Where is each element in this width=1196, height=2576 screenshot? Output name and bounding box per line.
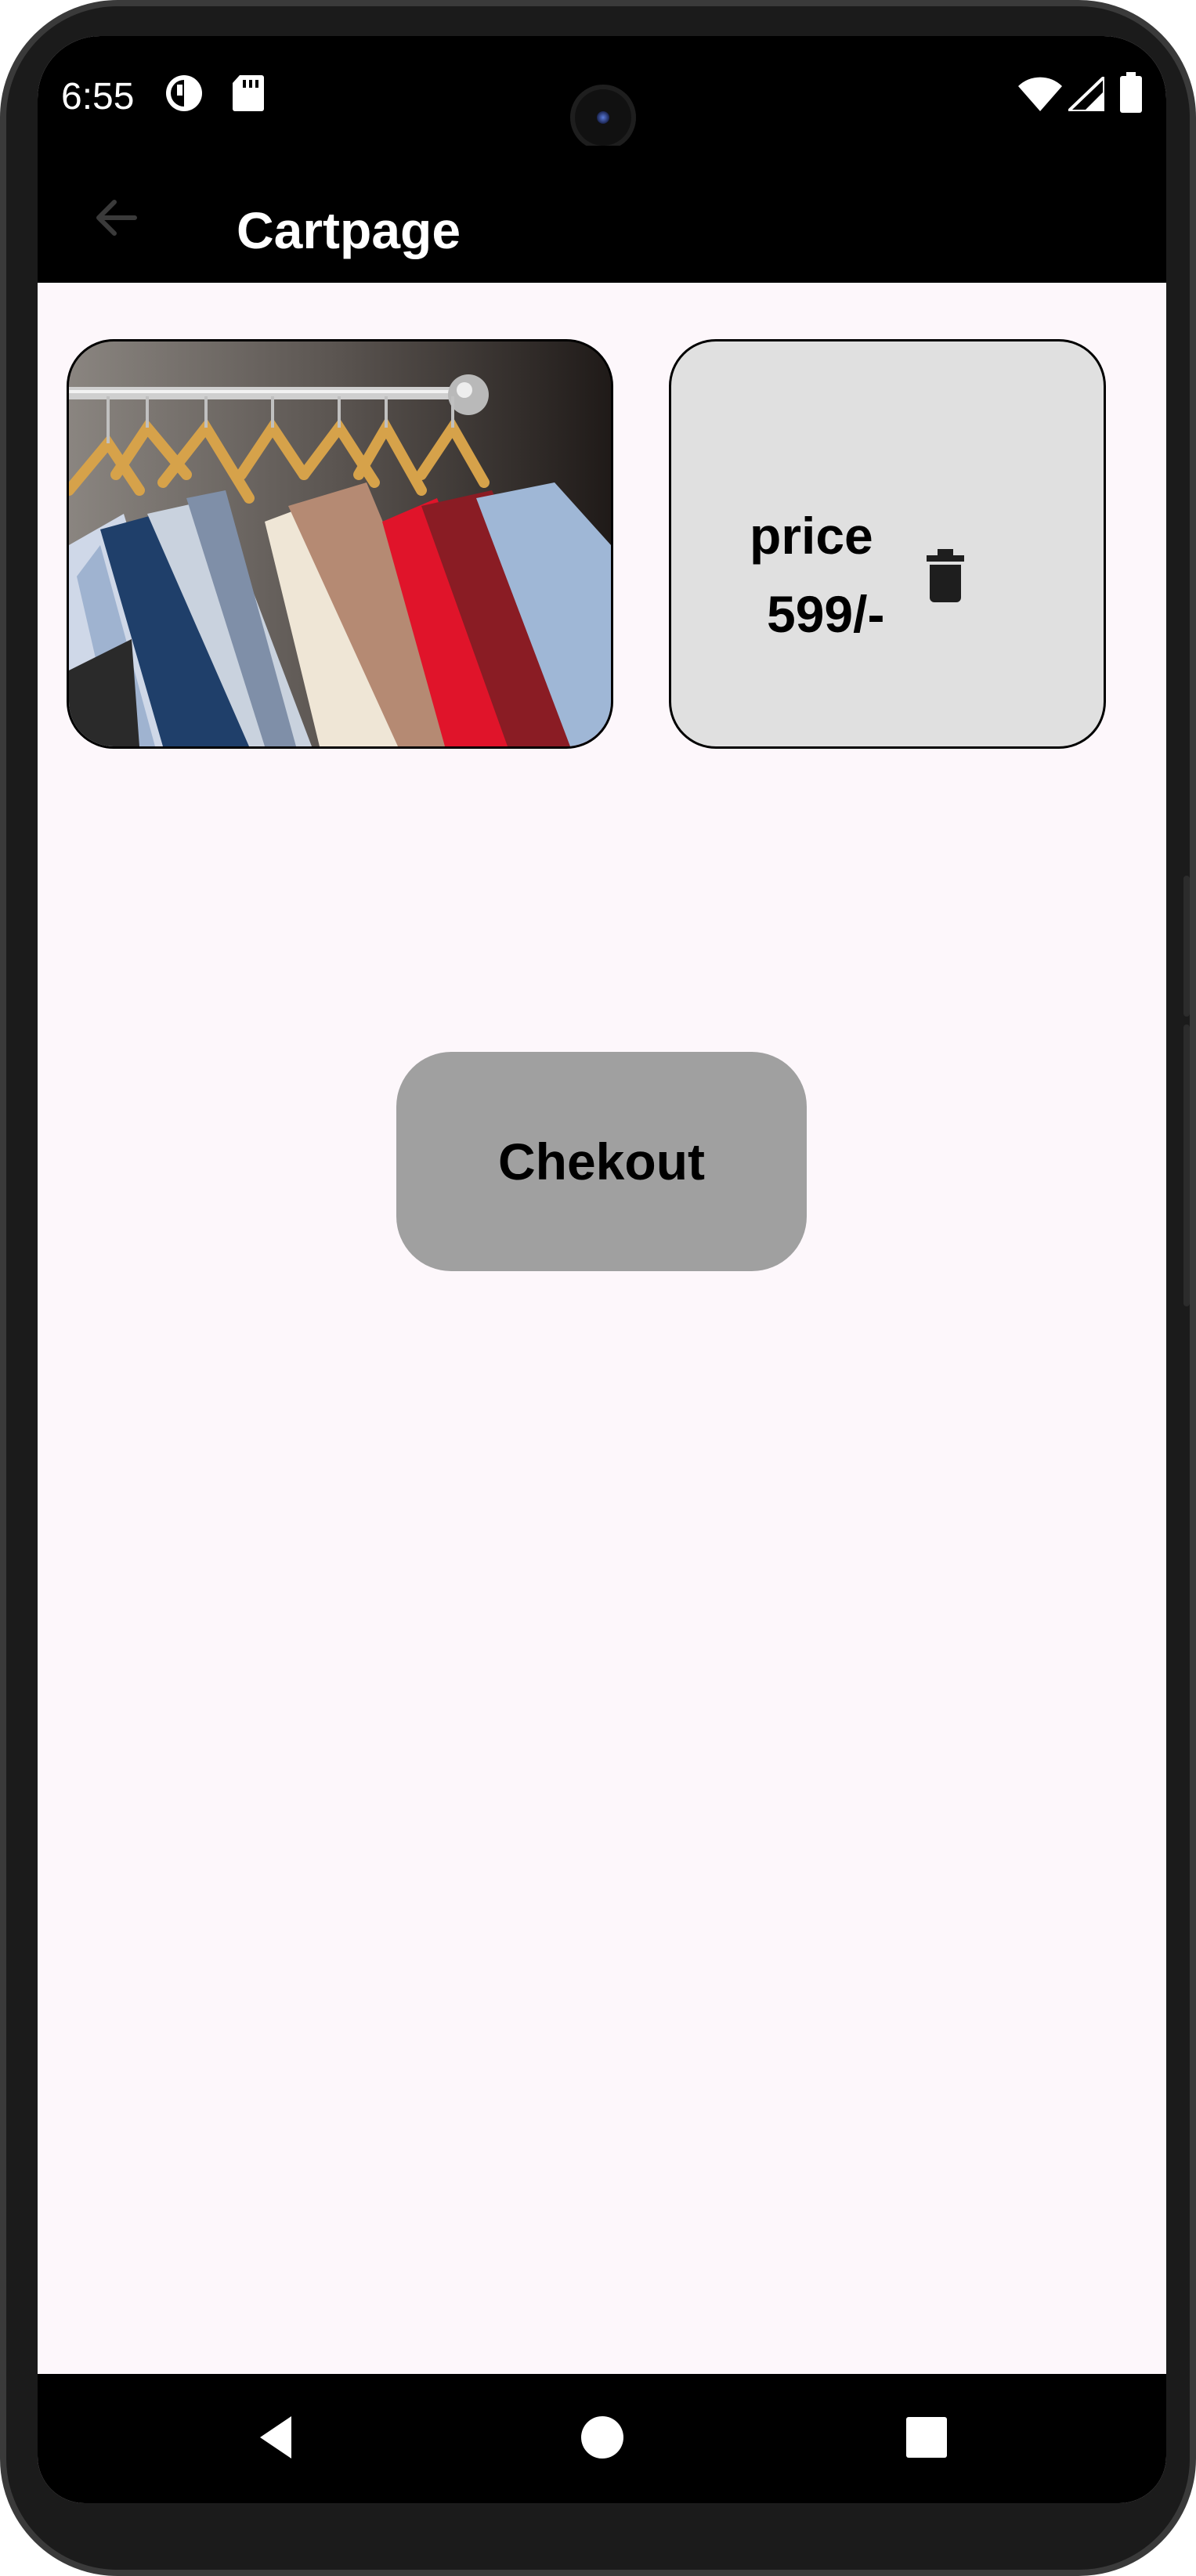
wifi-icon xyxy=(1018,77,1062,115)
nav-back-button[interactable] xyxy=(251,2410,305,2465)
back-triangle-icon xyxy=(260,2416,291,2459)
sd-card-icon xyxy=(232,74,265,117)
volume-button xyxy=(1183,1024,1190,1306)
cart-item-image xyxy=(67,339,613,749)
recents-square-icon xyxy=(906,2417,947,2458)
home-circle-icon xyxy=(581,2416,623,2459)
screen: 6:55 Cartpage price 599/- Chekout xyxy=(38,36,1166,2503)
price-label: price xyxy=(750,507,873,565)
signal-icon xyxy=(1064,73,1106,115)
status-bar: 6:55 xyxy=(38,36,1166,150)
arrow-back-icon xyxy=(96,200,137,236)
status-time: 6:55 xyxy=(61,76,135,117)
page-title: Cartpage xyxy=(237,201,461,259)
price-value: 599/- xyxy=(767,585,885,643)
system-nav-bar xyxy=(38,2374,1166,2503)
front-camera xyxy=(570,85,636,150)
nav-recents-button[interactable] xyxy=(899,2410,954,2465)
back-button[interactable] xyxy=(85,186,147,249)
trash-icon xyxy=(927,549,964,602)
camera-lens xyxy=(597,111,609,124)
cart-content: price 599/- Chekout xyxy=(38,283,1166,2405)
phone-frame: 6:55 Cartpage price 599/- Chekout xyxy=(0,0,1196,2576)
battery-icon xyxy=(1120,72,1142,117)
cart-item-price-card: price 599/- xyxy=(669,339,1106,749)
app-bar: Cartpage xyxy=(38,146,1166,283)
power-button xyxy=(1183,876,1190,1017)
delete-item-button[interactable] xyxy=(922,549,969,604)
checkout-button[interactable]: Chekout xyxy=(396,1052,807,1271)
nav-home-button[interactable] xyxy=(575,2410,630,2465)
notification-icon xyxy=(164,74,204,117)
